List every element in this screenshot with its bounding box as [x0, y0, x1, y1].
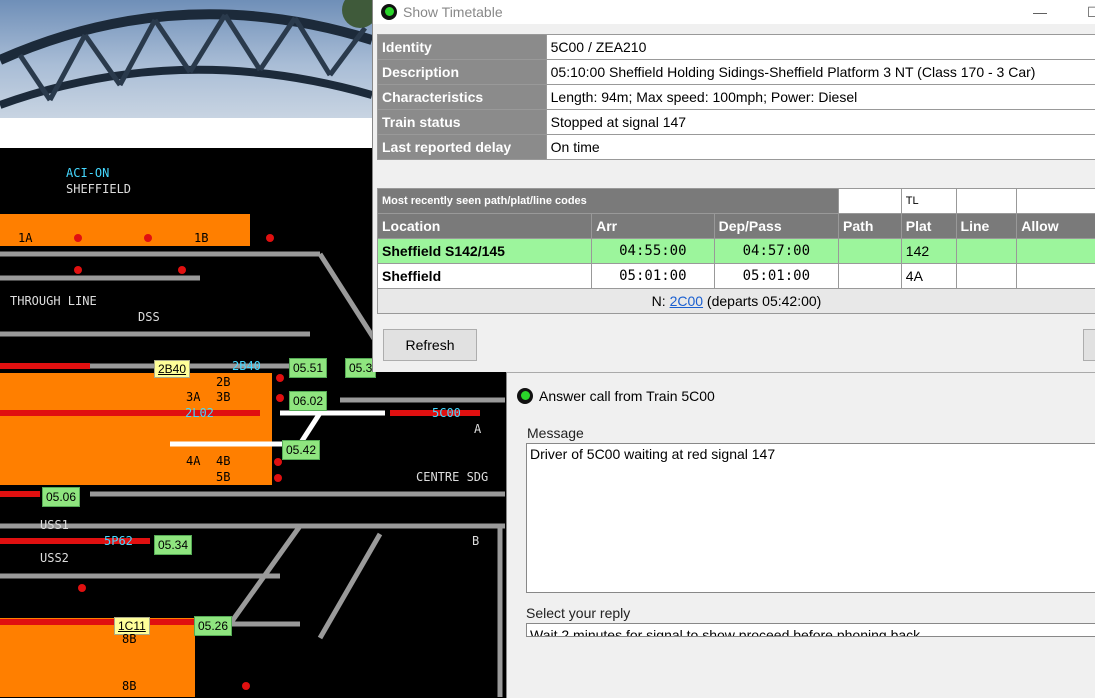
row-plat: 142	[901, 239, 956, 264]
row-plat: 4A	[901, 264, 956, 289]
close-dialog-button[interactable]	[1083, 329, 1095, 361]
description-value: 05:10:00 Sheffield Holding Sidings-Sheff…	[546, 60, 1095, 85]
platform-5b-label: 5B	[216, 470, 230, 484]
line-a-label: A	[474, 422, 481, 436]
codes-line	[956, 189, 1017, 214]
dss-label: DSS	[138, 310, 160, 324]
row-path	[839, 239, 902, 264]
app-icon	[517, 388, 533, 404]
platform-4a-label: 4A	[186, 454, 200, 468]
platform-4b-label: 4B	[216, 454, 230, 468]
row-dep: 04:57:00	[714, 239, 838, 264]
berth-2b40-highlight[interactable]: 2B40	[154, 360, 190, 378]
row-path	[839, 264, 902, 289]
platform-8b-label-upper: 8B	[122, 632, 136, 646]
reply-label: Select your reply	[526, 605, 630, 621]
codes-path	[839, 189, 902, 214]
platform-2b-label: 2B	[216, 375, 230, 389]
time-box-0526[interactable]: 05.26	[194, 616, 232, 636]
row-arr: 04:55:00	[592, 239, 714, 264]
timetable-titlebar[interactable]: Show Timetable — ☐	[373, 0, 1095, 24]
answer-call-window[interactable]: Answer call from Train 5C00 Message Driv…	[506, 372, 1095, 698]
answer-title: Answer call from Train 5C00	[539, 388, 715, 404]
col-location: Location	[378, 214, 592, 239]
col-path: Path	[839, 214, 902, 239]
area-label: SHEFFIELD	[66, 182, 131, 196]
col-plat: Plat	[901, 214, 956, 239]
col-dep: Dep/Pass	[714, 214, 838, 239]
characteristics-key: Characteristics	[378, 85, 547, 110]
description-key: Description	[378, 60, 547, 85]
characteristics-value: Length: 94m; Max speed: 100mph; Power: D…	[546, 85, 1095, 110]
time-box-0542[interactable]: 05.42	[282, 440, 320, 460]
identity-value: 5C00 / ZEA210	[546, 35, 1095, 60]
time-box-0602[interactable]: 06.02	[289, 391, 327, 411]
time-box-0506[interactable]: 05.06	[42, 487, 80, 507]
row-allow	[1017, 264, 1095, 289]
col-arr: Arr	[592, 214, 714, 239]
col-line: Line	[956, 214, 1017, 239]
identity-key: Identity	[378, 35, 547, 60]
next-working-departs: (departs 05:42:00)	[707, 293, 821, 309]
minimize-button[interactable]: —	[1033, 4, 1047, 20]
centre-siding-label: CENTRE SDG	[416, 470, 488, 484]
row-location: Sheffield S142/145	[378, 239, 592, 264]
platform-1b-label: 1B	[194, 231, 208, 245]
answer-titlebar[interactable]: Answer call from Train 5C00	[507, 373, 1095, 419]
through-line-label: THROUGH LINE	[10, 294, 97, 308]
row-line	[956, 239, 1017, 264]
next-working-row: N: 2C00 (departs 05:42:00)	[378, 289, 1095, 314]
row-line	[956, 264, 1017, 289]
next-working-link[interactable]: 2C00	[670, 293, 703, 309]
maximize-button[interactable]: ☐	[1087, 4, 1095, 21]
bridge-photo	[0, 0, 372, 118]
route-table: Most recently seen path/plat/line codes …	[377, 188, 1095, 314]
table-row[interactable]: Sheffield 05:01:00 05:01:00 4A	[378, 264, 1095, 289]
refresh-button[interactable]: Refresh	[383, 329, 477, 361]
next-prefix: N:	[652, 293, 666, 309]
blank-strip	[0, 118, 372, 148]
berth-2b40[interactable]: 2B40	[232, 359, 261, 373]
row-arr: 05:01:00	[592, 264, 714, 289]
train-info-table: Identity5C00 / ZEA210 Description05:10:0…	[377, 34, 1095, 160]
platform-8b-label: 8B	[122, 679, 136, 693]
codes-header: Most recently seen path/plat/line codes	[378, 189, 839, 214]
row-location: Sheffield	[378, 264, 592, 289]
uss1-label: USS1	[40, 518, 69, 532]
timetable-title: Show Timetable	[403, 4, 503, 20]
bridge-image	[0, 0, 372, 118]
table-row[interactable]: Sheffield S142/145 04:55:00 04:57:00 142	[378, 239, 1095, 264]
show-timetable-window[interactable]: Show Timetable — ☐ Identity5C00 / ZEA210…	[372, 0, 1095, 372]
message-label: Message	[527, 425, 584, 441]
line-b-label: B	[472, 534, 479, 548]
uss2-label: USS2	[40, 551, 69, 565]
platform-1a-label: 1A	[18, 231, 32, 245]
train-status-key: Train status	[378, 110, 547, 135]
train-status-value: Stopped at signal 147	[546, 110, 1095, 135]
time-box-0534[interactable]: 05.34	[154, 535, 192, 555]
col-allow: Allow	[1017, 214, 1095, 239]
platform-3a-label: 3A	[186, 390, 200, 404]
reply-select[interactable]: Wait 2 minutes for signal to show procee…	[526, 623, 1095, 637]
row-dep: 05:01:00	[714, 264, 838, 289]
codes-plat: TL	[901, 189, 956, 214]
platform-3b-label: 3B	[216, 390, 230, 404]
delay-value: On time	[546, 135, 1095, 160]
delay-key: Last reported delay	[378, 135, 547, 160]
row-allow	[1017, 239, 1095, 264]
aci-indicator: ACI-ON	[66, 166, 109, 180]
berth-5p62[interactable]: 5P62	[104, 534, 133, 548]
berth-5c00[interactable]: 5C00	[432, 406, 461, 420]
message-box: Driver of 5C00 waiting at red signal 147	[526, 443, 1095, 593]
berth-2l02[interactable]: 2L02	[185, 406, 214, 420]
time-box-0551[interactable]: 05.51	[289, 358, 327, 378]
codes-allow	[1017, 189, 1095, 214]
app-icon	[381, 4, 397, 20]
